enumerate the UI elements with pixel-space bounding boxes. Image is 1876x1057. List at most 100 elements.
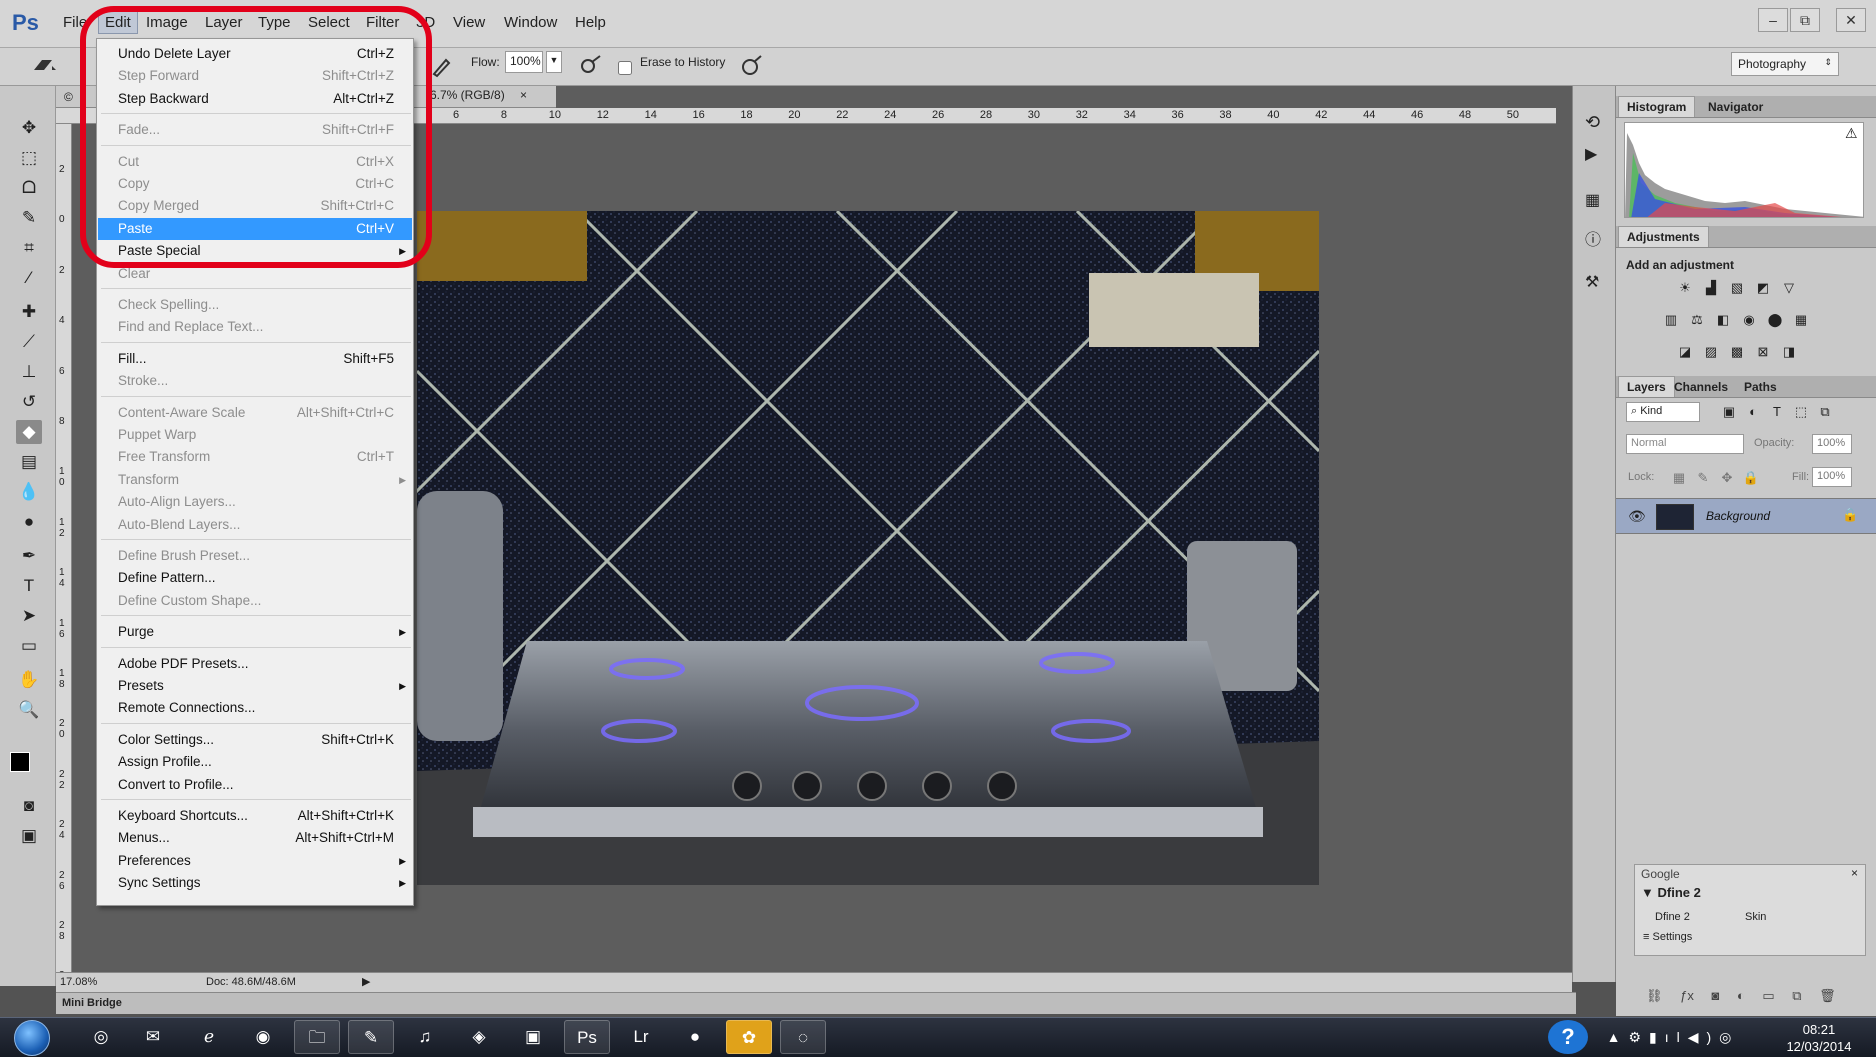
internet-explorer-icon[interactable]: ℯ: [186, 1020, 232, 1054]
blur-tool-icon[interactable]: 💧: [16, 480, 42, 504]
layer-name[interactable]: Background: [1706, 509, 1770, 523]
tab-channels[interactable]: Channels: [1666, 377, 1736, 398]
marquee-tool-icon[interactable]: ⬚: [16, 146, 42, 170]
black-white-icon[interactable]: ◧: [1714, 312, 1732, 328]
help-icon[interactable]: ?: [1548, 1020, 1588, 1054]
move-tool-icon[interactable]: ✥: [16, 116, 42, 140]
tab-histogram[interactable]: Histogram: [1618, 96, 1696, 117]
pen-tool-icon[interactable]: ✒: [16, 544, 42, 568]
curves-icon[interactable]: ▧: [1728, 280, 1746, 296]
crop-tool-icon[interactable]: ⌗: [16, 236, 42, 260]
eraser-preset-icon[interactable]: [30, 54, 60, 78]
filter-shape-icon[interactable]: ⬚: [1792, 404, 1810, 420]
tablet-pressure-icon[interactable]: [738, 54, 764, 78]
layer-kind-filter[interactable]: ⌕ Kind: [1626, 402, 1700, 422]
chrome-icon[interactable]: ◎: [78, 1020, 124, 1054]
app-blue-icon[interactable]: ◈: [456, 1020, 502, 1054]
blend-mode-select[interactable]: Normal: [1626, 434, 1744, 454]
rectangle-tool-icon[interactable]: ▭: [16, 634, 42, 658]
brush-presets-panel-icon[interactable]: ⚒: [1585, 272, 1599, 292]
google-close-icon[interactable]: ×: [1851, 866, 1858, 880]
zoom-tool-icon[interactable]: 🔍: [16, 698, 42, 722]
start-button[interactable]: [14, 1020, 50, 1056]
eyedropper-tool-icon[interactable]: ⁄: [16, 266, 42, 290]
layers-footer-icons[interactable]: ⛓ ƒx ◙ ◐ ▭ ⧉ 🗑: [1646, 988, 1866, 1008]
threshold-icon[interactable]: ▩: [1728, 344, 1746, 360]
color-balance-icon[interactable]: ⚖: [1688, 312, 1706, 328]
quick-mask-icon[interactable]: ◙: [16, 794, 42, 818]
zoom-level[interactable]: 17.08%: [60, 976, 97, 988]
menu-item-preferences[interactable]: Preferences ▶: [98, 850, 412, 872]
flow-input[interactable]: 100%: [505, 51, 543, 73]
history-brush-tool-icon[interactable]: ↺: [16, 390, 42, 414]
menu-item-content-aware-scale[interactable]: Content-Aware Scale Alt+Shift+Ctrl+C: [98, 402, 412, 424]
posterize-icon[interactable]: ▨: [1702, 344, 1720, 360]
type-tool-icon[interactable]: T: [16, 574, 42, 598]
opacity-input[interactable]: 100%: [1812, 434, 1852, 454]
menu-item-adobe-pdf-presets[interactable]: Adobe PDF Presets...: [98, 653, 412, 675]
hue-saturation-icon[interactable]: ▥: [1662, 312, 1680, 328]
filter-pixel-icon[interactable]: ▣: [1720, 404, 1738, 420]
histogram-warning-icon[interactable]: ⚠: [1845, 125, 1858, 142]
screen-mode-icon[interactable]: ▣: [16, 824, 42, 848]
restore-button[interactable]: ⧉: [1790, 8, 1820, 32]
gmail-icon[interactable]: ✉: [130, 1020, 176, 1054]
minimize-button[interactable]: –: [1758, 8, 1788, 32]
hand-tool-icon[interactable]: ✋: [16, 668, 42, 692]
photoshop-taskbar-icon[interactable]: Ps: [564, 1020, 610, 1054]
tab-adjustments[interactable]: Adjustments: [1618, 226, 1709, 247]
menu-item-find-and-replace-text[interactable]: Find and Replace Text...: [98, 316, 412, 338]
healing-brush-tool-icon[interactable]: ✚: [16, 300, 42, 324]
app-red-icon[interactable]: ●: [672, 1020, 718, 1054]
mini-bridge-tab[interactable]: Mini Bridge: [62, 997, 122, 1009]
camera-app-icon[interactable]: ◌: [780, 1020, 826, 1054]
visibility-eye-icon[interactable]: 👁: [1628, 508, 1646, 525]
dfine-button[interactable]: Dfine 2: [1655, 911, 1690, 923]
taskbar-clock[interactable]: 08:21 12/03/2014: [1774, 1021, 1864, 1055]
menu-item-auto-blend-layers[interactable]: Auto-Blend Layers...: [98, 514, 412, 536]
brush-tool-icon[interactable]: ⟋: [16, 330, 42, 354]
google-item-dfine[interactable]: ▼ Dfine 2: [1641, 885, 1701, 900]
menu-item-define-brush-preset[interactable]: Define Brush Preset...: [98, 545, 412, 567]
clone-stamp-tool-icon[interactable]: ⊥: [16, 360, 42, 384]
lightroom-icon[interactable]: Lr: [618, 1020, 664, 1054]
close-window-button[interactable]: ✕: [1836, 8, 1866, 32]
evernote-icon[interactable]: ✎: [348, 1020, 394, 1054]
menu-item-remote-connections[interactable]: Remote Connections...: [98, 697, 412, 719]
actions-panel-icon[interactable]: ▶: [1585, 144, 1597, 164]
menu-view[interactable]: View: [453, 14, 485, 31]
gradient-tool-icon[interactable]: ▤: [16, 450, 42, 474]
menu-item-fill[interactable]: Fill... Shift+F5: [98, 348, 412, 370]
menu-item-sync-settings[interactable]: Sync Settings ▶: [98, 872, 412, 894]
lock-all-icon[interactable]: 🔒: [1742, 470, 1760, 486]
itunes-icon[interactable]: ♫: [402, 1020, 448, 1054]
dodge-tool-icon[interactable]: ●: [16, 510, 42, 534]
exposure-icon[interactable]: ◩: [1754, 280, 1772, 296]
menu-item-purge[interactable]: Purge ▶: [98, 621, 412, 643]
filter-type-icon[interactable]: T: [1768, 404, 1786, 420]
gradient-map-icon[interactable]: ◨: [1780, 344, 1798, 360]
lock-transparent-icon[interactable]: ▦: [1670, 470, 1688, 486]
menu-item-puppet-warp[interactable]: Puppet Warp: [98, 424, 412, 446]
tab-paths[interactable]: Paths: [1736, 377, 1785, 398]
eraser-tool-icon[interactable]: ◆: [16, 420, 42, 444]
quick-select-tool-icon[interactable]: ✎: [16, 206, 42, 230]
menu-item-define-pattern[interactable]: Define Pattern...: [98, 567, 412, 589]
lasso-tool-icon[interactable]: ᗝ: [16, 176, 42, 200]
lock-position-icon[interactable]: ✥: [1718, 470, 1736, 486]
menu-item-color-settings[interactable]: Color Settings... Shift+Ctrl+K: [98, 729, 412, 751]
erase-to-history-checkbox[interactable]: [618, 61, 632, 75]
levels-icon[interactable]: ▟: [1702, 280, 1720, 296]
tab-navigator[interactable]: Navigator: [1700, 97, 1771, 118]
workspace-switcher[interactable]: Photography ⇕: [1731, 52, 1839, 76]
filter-adjustment-icon[interactable]: ◐: [1744, 404, 1762, 420]
menu-item-keyboard-shortcuts[interactable]: Keyboard Shortcuts... Alt+Shift+Ctrl+K: [98, 805, 412, 827]
file-explorer-icon[interactable]: 🗀: [294, 1020, 340, 1054]
menu-item-transform[interactable]: Transform ▶: [98, 469, 412, 491]
brush-pressure-icon[interactable]: [430, 56, 452, 78]
status-menu-arrow-icon[interactable]: ▶: [362, 975, 370, 988]
airbrush-icon[interactable]: [578, 54, 604, 78]
channel-mixer-icon[interactable]: ⬤: [1766, 312, 1784, 328]
skin-button[interactable]: Skin: [1745, 911, 1766, 923]
flow-dropdown[interactable]: ▼: [546, 51, 562, 73]
